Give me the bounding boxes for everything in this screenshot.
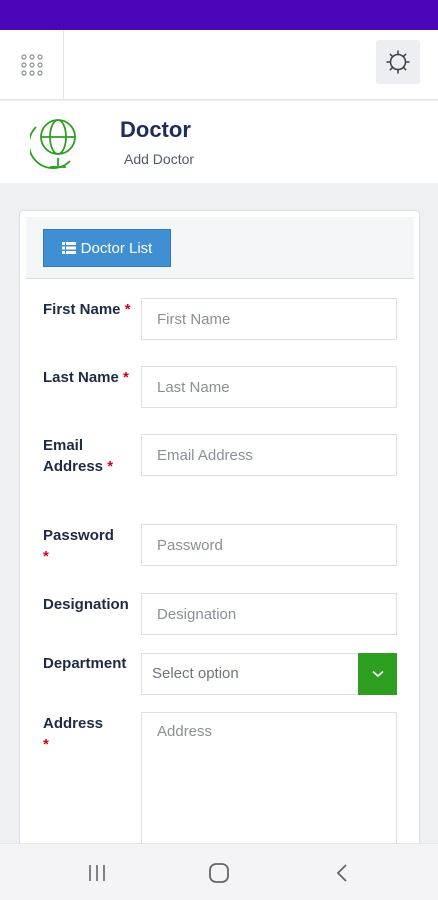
doctor-list-button-label: Doctor List xyxy=(80,239,153,257)
first-name-input[interactable] xyxy=(141,298,397,340)
department-selected-value: Select option xyxy=(152,665,239,682)
last-name-input[interactable] xyxy=(141,366,397,408)
address-label: Address * xyxy=(43,715,104,753)
email-label: Email Address * xyxy=(43,437,114,475)
address-textarea[interactable] xyxy=(141,712,397,861)
back-icon xyxy=(336,864,347,882)
back-button[interactable] xyxy=(327,858,357,888)
last-name-label: Last Name * xyxy=(43,369,129,386)
first-name-label: First Name * xyxy=(43,301,131,318)
recent-apps-button[interactable] xyxy=(82,858,112,888)
globe-icon xyxy=(30,119,76,169)
chevron-down-icon xyxy=(371,670,384,678)
password-input[interactable] xyxy=(141,524,397,566)
panel-header: Doctor List xyxy=(26,217,414,279)
password-label: Password * xyxy=(43,527,114,565)
required-marker: * xyxy=(107,458,114,475)
required-marker: * xyxy=(123,369,129,386)
grid-icon xyxy=(20,54,43,76)
designation-input[interactable] xyxy=(141,593,397,635)
department-label: Department xyxy=(43,655,127,672)
top-bar xyxy=(0,30,438,100)
designation-label: Designation xyxy=(43,596,129,613)
email-input[interactable] xyxy=(141,434,397,476)
add-doctor-panel: Doctor List First Name * Last Name * Ema… xyxy=(19,210,420,861)
android-nav-bar xyxy=(0,843,438,900)
recent-apps-icon xyxy=(89,865,105,881)
required-marker: * xyxy=(43,736,49,753)
required-marker: * xyxy=(43,548,49,565)
department-select[interactable]: Select option xyxy=(141,653,397,695)
home-button[interactable] xyxy=(204,858,234,888)
list-icon xyxy=(61,242,76,254)
status-bar xyxy=(0,0,438,30)
home-icon xyxy=(209,863,229,883)
gear-icon xyxy=(386,50,410,74)
doctor-list-button[interactable]: Doctor List xyxy=(43,229,171,267)
page-header: Doctor Add Doctor xyxy=(0,101,438,183)
page-title: Doctor xyxy=(120,117,191,142)
required-marker: * xyxy=(124,301,131,318)
page-subtitle: Add Doctor xyxy=(124,151,195,167)
department-dropdown-button[interactable] xyxy=(358,653,397,695)
settings-button[interactable] xyxy=(376,40,420,84)
app-menu-button[interactable] xyxy=(0,30,64,100)
